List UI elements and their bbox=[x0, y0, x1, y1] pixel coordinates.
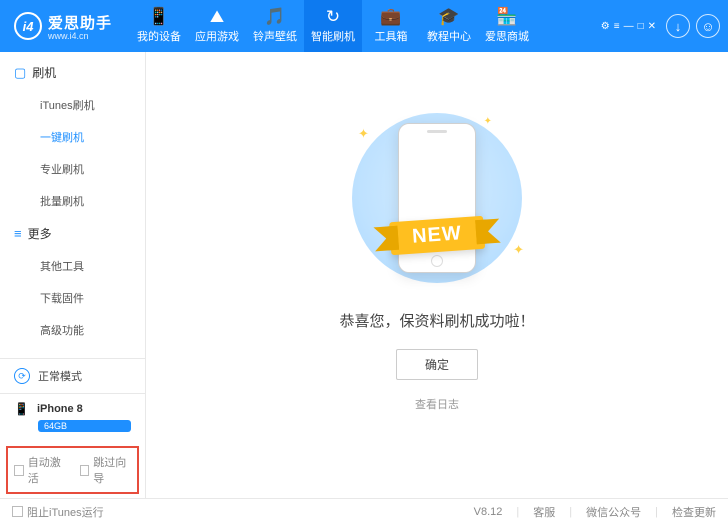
sidebar-item-pro-flash[interactable]: 专业刷机 bbox=[0, 153, 145, 185]
menu-icon[interactable]: ≡ bbox=[614, 21, 620, 32]
mode-icon: ⟳ bbox=[14, 368, 30, 384]
phone-small-icon: 📱 bbox=[14, 402, 29, 416]
sidebar-item-oneclick-flash[interactable]: 一键刷机 bbox=[0, 121, 145, 153]
user-icon: ☺ bbox=[701, 19, 714, 34]
apps-icon: ⛰ bbox=[210, 8, 224, 25]
view-log-link[interactable]: 查看日志 bbox=[415, 396, 459, 412]
nav-tutorials[interactable]: 🎓教程中心 bbox=[420, 0, 478, 52]
sidebar-item-batch-flash[interactable]: 批量刷机 bbox=[0, 185, 145, 217]
main-content: ✦ ✦ ✦ NEW 恭喜您，保资料刷机成功啦！ 确定 查看日志 bbox=[146, 52, 728, 498]
nav-my-device[interactable]: 📱我的设备 bbox=[130, 0, 188, 52]
new-ribbon: NEW bbox=[389, 216, 485, 255]
storage-badge: 64GB bbox=[38, 420, 131, 432]
logo-icon: i4 bbox=[14, 12, 42, 40]
app-logo: i4 爱思助手 www.i4.cn bbox=[14, 12, 112, 41]
sidebar-section-flash: ▢ 刷机 bbox=[0, 64, 145, 81]
title-bar: i4 爱思助手 www.i4.cn 📱我的设备 ⛰应用游戏 🎵铃声壁纸 ↻智能刷… bbox=[0, 0, 728, 52]
success-message: 恭喜您，保资料刷机成功啦！ bbox=[339, 310, 534, 331]
sidebar-item-other-tools[interactable]: 其他工具 bbox=[0, 250, 145, 282]
briefcase-icon: 💼 bbox=[380, 8, 401, 25]
minimize-icon[interactable]: — bbox=[624, 21, 634, 32]
music-icon: 🎵 bbox=[264, 8, 285, 25]
checkbox-block-itunes[interactable]: 阻止iTunes运行 bbox=[12, 504, 104, 520]
device-mode[interactable]: ⟳ 正常模式 bbox=[0, 359, 145, 394]
nav-ringtones[interactable]: 🎵铃声壁纸 bbox=[246, 0, 304, 52]
store-icon: 🏪 bbox=[496, 8, 517, 25]
confirm-button[interactable]: 确定 bbox=[396, 349, 478, 380]
refresh-icon: ↻ bbox=[326, 8, 340, 25]
nav-apps[interactable]: ⛰应用游戏 bbox=[188, 0, 246, 52]
star-icon: ✦ bbox=[358, 126, 369, 142]
version-label: V8.12 bbox=[474, 506, 503, 518]
checkbox-skip-guide[interactable]: 跳过向导 bbox=[80, 454, 132, 486]
window-controls: ⚙ ≡ — □ ✕ bbox=[601, 21, 656, 32]
device-icon: ▢ bbox=[14, 65, 26, 81]
support-link[interactable]: 客服 bbox=[533, 504, 555, 520]
status-bar: 阻止iTunes运行 V8.12| 客服| 微信公众号| 检查更新 bbox=[0, 498, 728, 524]
checkbox-auto-activate[interactable]: 自动激活 bbox=[14, 454, 66, 486]
nav-store[interactable]: 🏪爱思商城 bbox=[478, 0, 536, 52]
sidebar: ▢ 刷机 iTunes刷机 一键刷机 专业刷机 批量刷机 ≡ 更多 其他工具 下… bbox=[0, 52, 146, 498]
nav-toolbox[interactable]: 💼工具箱 bbox=[362, 0, 420, 52]
graduation-icon: 🎓 bbox=[438, 8, 459, 25]
device-info[interactable]: 📱 iPhone 8 64GB bbox=[0, 394, 145, 440]
nav-flash[interactable]: ↻智能刷机 bbox=[304, 0, 362, 52]
app-url: www.i4.cn bbox=[48, 31, 112, 41]
wechat-link[interactable]: 微信公众号 bbox=[586, 504, 641, 520]
app-title: 爱思助手 bbox=[48, 12, 112, 33]
user-button[interactable]: ☺ bbox=[696, 14, 720, 38]
phone-icon: 📱 bbox=[148, 8, 169, 25]
sidebar-item-download-firmware[interactable]: 下载固件 bbox=[0, 282, 145, 314]
download-button[interactable]: ↓ bbox=[666, 14, 690, 38]
success-illustration: ✦ ✦ ✦ NEW bbox=[332, 108, 542, 288]
sidebar-item-advanced[interactable]: 高级功能 bbox=[0, 314, 145, 346]
close-icon[interactable]: ✕ bbox=[648, 21, 656, 32]
device-name: iPhone 8 bbox=[37, 403, 83, 415]
sidebar-item-itunes-flash[interactable]: iTunes刷机 bbox=[0, 89, 145, 121]
maximize-icon[interactable]: □ bbox=[638, 21, 644, 32]
settings-icon[interactable]: ⚙ bbox=[601, 21, 610, 32]
star-icon: ✦ bbox=[484, 116, 492, 127]
star-icon: ✦ bbox=[513, 242, 524, 258]
list-icon: ≡ bbox=[14, 226, 22, 241]
main-nav: 📱我的设备 ⛰应用游戏 🎵铃声壁纸 ↻智能刷机 💼工具箱 🎓教程中心 🏪爱思商城 bbox=[130, 0, 536, 52]
options-group: 自动激活 跳过向导 bbox=[6, 446, 139, 494]
check-update-link[interactable]: 检查更新 bbox=[672, 504, 716, 520]
sidebar-section-more: ≡ 更多 bbox=[0, 225, 145, 242]
